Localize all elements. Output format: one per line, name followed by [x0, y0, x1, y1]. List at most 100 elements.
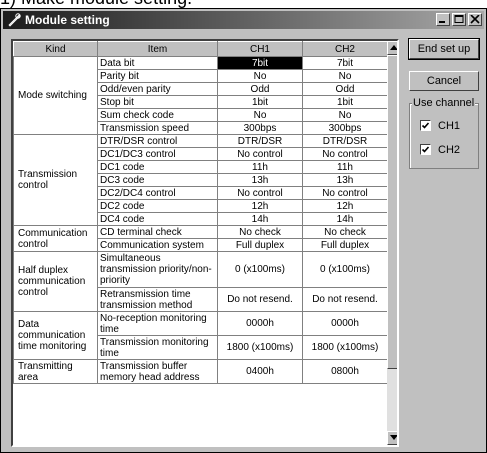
ch2-value-cell[interactable]: No [302, 69, 388, 83]
scroll-thumb[interactable] [387, 55, 397, 369]
item-cell: Stop bit [97, 95, 218, 109]
item-cell: Simultaneous transmission priority/non-p… [97, 251, 218, 288]
ch2-value-cell[interactable]: 300bps [302, 121, 388, 135]
checkmark-icon [421, 122, 430, 129]
module-setting-window: Module setting Kind Item CH1 CH2 Mode sw… [0, 8, 487, 453]
ch2-value-cell[interactable]: 1bit [302, 95, 388, 109]
ch1-value-cell[interactable]: 0 (x100ms) [217, 251, 303, 288]
ch1-checkbox-label: CH1 [438, 120, 461, 132]
ch1-value-cell[interactable]: No [217, 69, 303, 83]
ch2-value-cell[interactable]: 7bit [302, 56, 388, 70]
close-button[interactable] [468, 13, 482, 26]
item-cell: DC3 code [97, 173, 218, 187]
header-row: Kind Item CH1 CH2 [13, 41, 388, 57]
ch1-value-cell[interactable]: 0000h [217, 311, 303, 336]
ch1-value-cell[interactable]: DTR/DSR [217, 134, 303, 148]
arrow-down-icon [390, 435, 397, 440]
close-icon [470, 15, 480, 24]
ch1-value-cell[interactable]: Do not resend. [217, 287, 303, 312]
ch1-value-cell[interactable]: Full duplex [217, 238, 303, 252]
ch1-value-cell[interactable]: 1bit [217, 95, 303, 109]
checkbox-box [420, 144, 431, 155]
ch1-value-cell[interactable]: 14h [217, 212, 303, 226]
minimize-icon [439, 21, 445, 23]
column-header-item: Item [97, 41, 218, 57]
app-icon [6, 12, 22, 28]
title-bar[interactable]: Module setting [3, 11, 484, 29]
ch2-value-cell[interactable]: No [302, 108, 388, 122]
ch2-value-cell[interactable]: Do not resend. [302, 287, 388, 312]
minimize-button[interactable] [436, 13, 450, 26]
cancel-button[interactable]: Cancel [409, 71, 479, 91]
table-row[interactable]: Transmission control DTR/DSR control DTR/D… [13, 134, 388, 226]
item-cell: DC1 code [97, 160, 218, 174]
use-channel-group: Use channel CH1 CH2 [409, 97, 479, 169]
item-cell: Sum check code [97, 108, 218, 122]
ch2-value-cell[interactable]: No control [302, 147, 388, 161]
ch2-value-cell[interactable]: 13h [302, 173, 388, 187]
item-cell: DTR/DSR control [97, 134, 218, 148]
maximize-icon [454, 15, 464, 23]
ch1-value-cell[interactable]: 12h [217, 199, 303, 213]
vertical-scrollbar[interactable] [387, 41, 397, 445]
kind-cell: Data communication time monitoring [13, 311, 98, 360]
ch1-value-cell[interactable]: 11h [217, 160, 303, 174]
kind-cell: Transmission control [13, 134, 98, 226]
arrow-up-icon [390, 45, 397, 50]
ch2-value-cell[interactable]: 0800h [302, 359, 388, 384]
ch1-value-cell[interactable]: 0400h [217, 359, 303, 384]
checkmark-icon [421, 146, 430, 153]
ch1-value-cell[interactable]: No check [217, 225, 303, 239]
ch2-value-cell[interactable]: 12h [302, 199, 388, 213]
ch2-value-cell[interactable]: No control [302, 186, 388, 200]
maximize-button[interactable] [452, 13, 466, 26]
table-row[interactable]: Mode switching Data bit 7bit 7bit [13, 56, 388, 135]
column-header-ch1: CH1 [217, 41, 303, 57]
use-channel-legend: Use channel [412, 97, 476, 109]
scroll-down-button[interactable] [387, 431, 397, 445]
table-row[interactable]: Transmitting area Transmission buffer mem… [13, 359, 388, 384]
column-header-ch2: CH2 [302, 41, 388, 57]
ch1-value-cell[interactable]: No control [217, 186, 303, 200]
item-cell: DC4 code [97, 212, 218, 226]
kind-cell: Half duplex communication control [13, 251, 98, 312]
item-cell: Communication system [97, 238, 218, 252]
settings-table: Kind Item CH1 CH2 Mode switching Data bit… [13, 41, 388, 384]
ch1-value-cell[interactable]: 1800 (x100ms) [217, 335, 303, 360]
ch2-value-cell[interactable]: 0 (x100ms) [302, 251, 388, 288]
ch2-value-cell[interactable]: Odd [302, 82, 388, 96]
settings-grid: Kind Item CH1 CH2 Mode switching Data bit… [11, 39, 399, 447]
ch1-value-cell[interactable]: 7bit [217, 56, 303, 70]
ch1-value-cell[interactable]: 300bps [217, 121, 303, 135]
item-cell: Transmission monitoring time [97, 335, 218, 360]
checkbox-box [420, 120, 431, 131]
kind-cell: Transmitting area [13, 359, 98, 384]
ch2-value-cell[interactable]: No check [302, 225, 388, 239]
kind-cell: Communication control [13, 225, 98, 252]
table-row[interactable]: Half duplex communication control Simulta… [13, 251, 388, 312]
ch2-value-cell[interactable]: DTR/DSR [302, 134, 388, 148]
kind-cell: Mode switching [13, 56, 98, 135]
table-row[interactable]: Communication control CD terminal check No… [13, 225, 388, 252]
scroll-up-button[interactable] [387, 41, 397, 55]
item-cell: Odd/even parity [97, 82, 218, 96]
ch1-value-cell[interactable]: No control [217, 147, 303, 161]
ch2-value-cell[interactable]: Full duplex [302, 238, 388, 252]
ch1-value-cell[interactable]: No [217, 108, 303, 122]
item-cell: DC2 code [97, 199, 218, 213]
table-row[interactable]: Data communication time monitoring No-rec… [13, 311, 388, 360]
ch1-value-cell[interactable]: Odd [217, 82, 303, 96]
item-cell: DC1/DC3 control [97, 147, 218, 161]
ch1-value-cell[interactable]: 13h [217, 173, 303, 187]
item-cell: CD terminal check [97, 225, 218, 239]
ch2-value-cell[interactable]: 1800 (x100ms) [302, 335, 388, 360]
item-cell: Data bit [97, 56, 218, 70]
ch2-value-cell[interactable]: 0000h [302, 311, 388, 336]
item-cell: DC2/DC4 control [97, 186, 218, 200]
ch2-checkbox-label: CH2 [438, 144, 461, 156]
ch2-value-cell[interactable]: 11h [302, 160, 388, 174]
column-header-kind: Kind [13, 41, 98, 57]
ch2-value-cell[interactable]: 14h [302, 212, 388, 226]
end-setup-button[interactable]: End set up [408, 38, 480, 60]
caption: 1) Make module setting. [0, 0, 192, 8]
